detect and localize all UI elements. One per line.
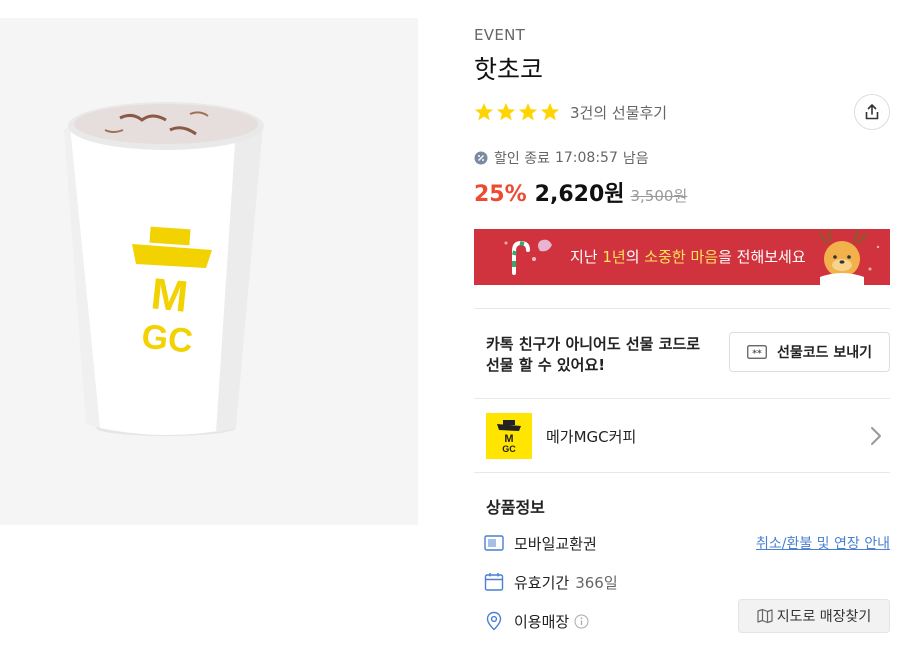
send-gift-code-button[interactable]: ** 선물코드 보내기: [729, 332, 890, 372]
find-store-map-button[interactable]: 지도로 매장찾기: [738, 599, 890, 633]
refund-policy-link[interactable]: 취소/환불 및 연장 안내: [756, 533, 890, 553]
banner-text: 지난 1년의 소중한 마음을 전해보세요: [570, 246, 806, 267]
hot-chocolate-cup-image: M GC: [0, 18, 418, 525]
gift-text-line-2: 선물 할 수 있어요!: [486, 356, 606, 374]
gift-code-description: 카톡 친구가 아니어도 선물 코드로 선물 할 수 있어요!: [486, 334, 736, 376]
barcode-ticket-icon: [484, 535, 504, 551]
banner-highlight-1: 1년: [602, 248, 626, 266]
event-badge: EVENT: [474, 26, 526, 44]
info-icon[interactable]: [574, 614, 589, 629]
brand-logo-icon: M GC: [497, 420, 521, 454]
banner-text-suffix: 을 전해보세요: [718, 248, 806, 266]
divider: [474, 398, 890, 399]
validity-row: 유효기간 366일: [484, 570, 890, 594]
divider: [474, 308, 890, 309]
divider: [474, 472, 890, 473]
voucher-type-row: 모바일교환권 취소/환불 및 연장 안내: [484, 531, 890, 555]
review-count[interactable]: 3건의 선물후기: [570, 102, 667, 123]
store-label: 이용매장: [514, 612, 570, 631]
location-pin-icon: [486, 611, 502, 631]
brand-logo: M GC: [486, 413, 532, 459]
discount-rate: 25%: [474, 182, 527, 207]
price-row: 25% 2,620원 3,500원: [474, 176, 687, 208]
map-icon: [757, 608, 773, 624]
banner-highlight-2: 소중한 마음: [644, 248, 719, 266]
promo-banner[interactable]: 지난 1년의 소중한 마음을 전해보세요: [474, 229, 890, 285]
product-image: M GC: [0, 18, 418, 525]
voucher-type: 모바일교환권: [514, 534, 597, 553]
banner-text-middle: 의: [625, 248, 645, 266]
product-title: 핫초코: [474, 55, 544, 84]
brand-logo-text-2: GC: [502, 444, 516, 454]
chevron-right-icon: [871, 427, 881, 445]
discount-timer: 할인 종료 17:08:57 남음: [474, 147, 649, 169]
timer-label: 할인 종료: [494, 151, 550, 167]
original-price: 3,500원: [630, 187, 688, 205]
discount-badge-icon: [474, 151, 488, 165]
brand-link[interactable]: M GC 메가MGC커피: [486, 413, 890, 459]
star-icon: [540, 103, 560, 121]
cup-logo-text-2: GC: [140, 317, 195, 360]
send-gift-code-label: 선물코드 보내기: [776, 345, 873, 361]
star-icon: [518, 103, 538, 121]
gift-code-icon: **: [747, 345, 767, 359]
product-info-title: 상품정보: [486, 498, 545, 517]
rating-row[interactable]: 3건의 선물후기: [474, 100, 667, 124]
timer-time: 17:08:57: [554, 150, 618, 166]
share-button[interactable]: [854, 94, 890, 130]
banner-text-prefix: 지난: [570, 248, 603, 266]
timer-suffix: 남음: [622, 151, 649, 167]
store-row: 이용매장 지도로 매장찾기: [484, 599, 890, 633]
validity-value: 366일: [575, 573, 618, 592]
star-icon: [496, 103, 516, 121]
find-store-map-label: 지도로 매장찾기: [776, 609, 872, 625]
cup-logo-text: M: [149, 269, 191, 322]
svg-text:**: **: [752, 349, 762, 359]
brand-name: 메가MGC커피: [546, 427, 637, 446]
star-icon: [474, 103, 494, 121]
gift-text-line-1: 카톡 친구가 아니어도 선물 코드로: [486, 335, 701, 353]
sale-price: 2,620원: [534, 182, 625, 207]
validity-label: 유효기간: [514, 573, 570, 592]
share-icon: [865, 104, 879, 120]
calendar-icon: [484, 573, 504, 591]
